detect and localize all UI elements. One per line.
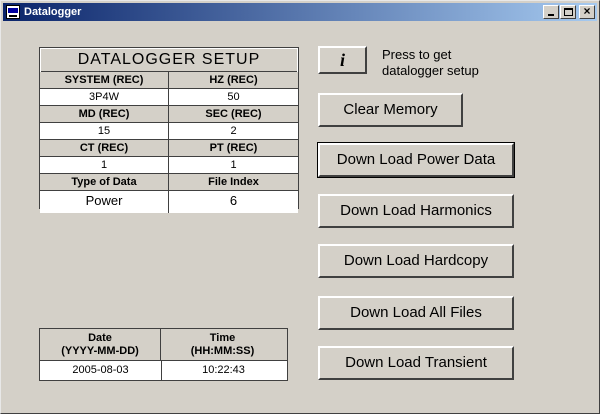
- setup-header-row: MD (REC) SEC (REC): [40, 106, 298, 123]
- setup-header-row: SYSTEM (REC) HZ (REC): [40, 72, 298, 89]
- datetime-table: Date (YYYY-MM-DD) Time (HH:MM:SS) 2005-08-…: [39, 328, 288, 381]
- datetime-value-row: 2005-08-03 10:22:43: [40, 361, 287, 381]
- minimize-icon: [548, 14, 554, 16]
- window-controls: ×: [542, 4, 595, 19]
- file-index-label: File Index: [208, 176, 259, 188]
- time-value: 10:22:43: [202, 364, 245, 376]
- close-button[interactable]: ×: [579, 4, 595, 19]
- hz-value: 50: [227, 91, 240, 103]
- system-value: 3P4W: [40, 89, 169, 105]
- setup-header-row: CT (REC) PT (REC): [40, 140, 298, 157]
- info-label: Press to get datalogger setup: [382, 47, 479, 79]
- date-value: 2005-08-03: [40, 361, 162, 381]
- datalogger-window: Datalogger × DATALOGGER SETUP SYSTEM (RE…: [0, 0, 600, 414]
- maximize-icon: [564, 8, 573, 16]
- date-header-format: (YYYY-MM-DD): [61, 345, 139, 357]
- type-of-data-value: Power: [40, 191, 169, 213]
- info-label-line2: datalogger setup: [382, 63, 479, 78]
- setup-value-row: 15 2: [40, 123, 298, 140]
- date-header: Date (YYYY-MM-DD): [40, 329, 161, 360]
- sec-value: 2: [230, 125, 237, 137]
- time-header-title: Time: [209, 332, 236, 344]
- date-header-title: Date: [88, 332, 112, 344]
- download-hardcopy-button[interactable]: Down Load Hardcopy: [318, 244, 514, 278]
- setup-value-row: 3P4W 50: [40, 89, 298, 106]
- pt-label: PT (REC): [209, 142, 258, 154]
- type-of-data-label: Type of Data: [40, 174, 169, 190]
- system-label: SYSTEM (REC): [40, 72, 169, 88]
- time-header-format: (HH:MM:SS): [190, 345, 255, 357]
- title-bar[interactable]: Datalogger ×: [3, 3, 597, 21]
- setup-header-row: Type of Data File Index: [40, 174, 298, 191]
- datalogger-setup-table: DATALOGGER SETUP SYSTEM (REC) HZ (REC) 3…: [39, 47, 299, 213]
- pt-value: 1: [230, 159, 237, 171]
- datetime-header-row: Date (YYYY-MM-DD) Time (HH:MM:SS): [40, 329, 287, 361]
- ct-label: CT (REC): [40, 140, 169, 156]
- maximize-button[interactable]: [560, 5, 576, 19]
- download-transient-button[interactable]: Down Load Transient: [318, 346, 514, 380]
- clear-memory-button[interactable]: Clear Memory: [318, 93, 463, 127]
- hz-label: HZ (REC): [209, 74, 258, 86]
- setup-value-row: Power 6: [40, 191, 298, 213]
- window-title: Datalogger: [24, 6, 82, 18]
- info-label-line1: Press to get: [382, 47, 452, 62]
- md-value: 15: [40, 123, 169, 139]
- download-harmonics-button[interactable]: Down Load Harmonics: [318, 194, 514, 228]
- file-index-value: 6: [229, 193, 238, 208]
- close-icon: ×: [583, 4, 591, 18]
- time-header: Time (HH:MM:SS): [161, 329, 284, 360]
- md-label: MD (REC): [40, 106, 169, 122]
- minimize-button[interactable]: [543, 5, 559, 19]
- setup-value-row: 1 1: [40, 157, 298, 174]
- ct-value: 1: [40, 157, 169, 173]
- info-button[interactable]: i: [318, 46, 367, 74]
- sec-label: SEC (REC): [205, 108, 262, 120]
- app-icon[interactable]: [6, 5, 20, 19]
- download-power-data-button[interactable]: Down Load Power Data: [317, 142, 515, 178]
- download-all-files-button[interactable]: Down Load All Files: [318, 296, 514, 330]
- setup-title: DATALOGGER SETUP: [41, 49, 297, 72]
